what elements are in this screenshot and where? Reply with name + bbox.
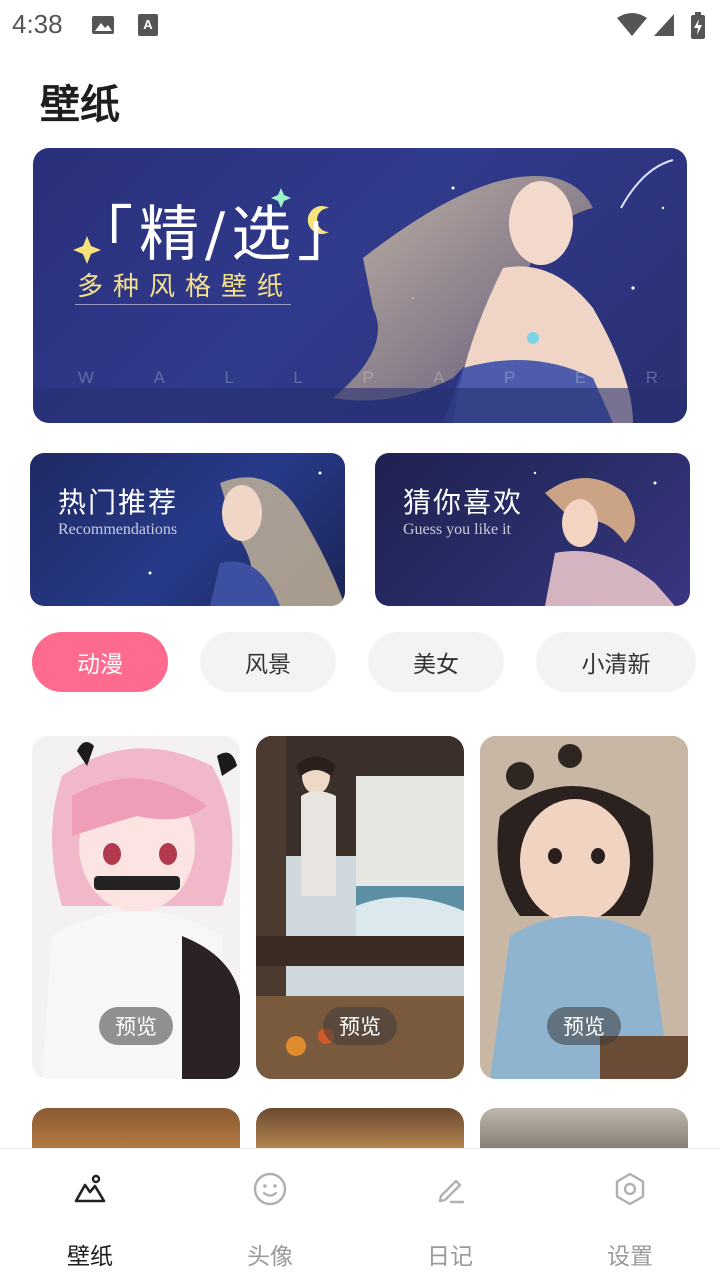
smile-icon (253, 1172, 287, 1206)
preview-button[interactable]: 预览 (323, 1007, 397, 1045)
status-time: 4:38 (12, 9, 63, 39)
card-guess-you-like[interactable]: 猜你喜欢 Guess you like it (375, 453, 690, 606)
preview-button[interactable]: 预览 (547, 1007, 621, 1045)
preview-button[interactable]: 预览 (99, 1007, 173, 1045)
image-icon (92, 16, 114, 34)
status-bar: 4:38 A (0, 0, 720, 50)
card-title: 猜你喜欢 (403, 486, 524, 519)
watermark-letter: L (293, 368, 303, 387)
category-chip-anime[interactable]: 动漫 (32, 632, 168, 692)
mountain-icon (74, 1174, 106, 1203)
nav-item-avatar[interactable]: 头像 (180, 1149, 360, 1280)
pencil-icon (438, 1179, 465, 1204)
hero-watermark: W A L L P A P E R (78, 368, 658, 388)
watermark-letter: L (224, 368, 234, 387)
nav-label: 设置 (607, 1244, 653, 1270)
category-chip-fresh[interactable]: 小清新 (536, 632, 696, 692)
nav-item-diary[interactable]: 日记 (360, 1149, 540, 1280)
card-subtitle: Recommendations (58, 521, 178, 538)
card-recommendations[interactable]: 热门推荐 Recommendations (30, 453, 345, 606)
watermark-letter: E (574, 368, 587, 387)
hero-subtitle: 多种风格壁纸 (77, 272, 294, 302)
watermark-letter: P (362, 368, 374, 387)
hero-divider (75, 304, 291, 305)
card-title: 热门推荐 (58, 486, 179, 519)
category-chip-scenery[interactable]: 风景 (200, 632, 336, 692)
settings-icon (615, 1172, 645, 1206)
nav-label: 头像 (247, 1244, 293, 1270)
nav-label: 壁纸 (67, 1244, 113, 1270)
card-subtitle: Guess you like it (403, 521, 511, 538)
category-chip-beauty[interactable]: 美女 (368, 632, 504, 692)
wifi-icon (617, 13, 647, 36)
watermark-letter: W (78, 368, 95, 387)
nav-item-settings[interactable]: 设置 (540, 1149, 720, 1280)
nav-item-wallpaper[interactable]: 壁纸 (0, 1149, 180, 1280)
hero-banner[interactable]: 「精/选」 多种风格壁纸 W A L L P A P E R (33, 148, 687, 423)
watermark-letter: R (645, 368, 658, 387)
svg-text:A: A (143, 17, 153, 32)
bottom-navigation: 壁纸 头像 日记 设置 (0, 1148, 720, 1280)
hero-title: 「精/选」 (73, 200, 364, 270)
wallpaper-thumb[interactable]: 预览 (480, 736, 688, 1079)
wallpaper-thumb[interactable]: 预览 (256, 736, 464, 1079)
wallpaper-thumb[interactable]: 预览 (32, 736, 240, 1079)
nav-label: 日记 (427, 1244, 473, 1270)
watermark-letter: A (153, 368, 165, 387)
page-title: 壁纸 (40, 82, 120, 128)
watermark-letter: P (504, 368, 516, 387)
text-app-icon: A (138, 14, 158, 36)
signal-icon (654, 14, 674, 36)
watermark-letter: A (433, 368, 445, 387)
battery-icon (691, 12, 705, 39)
